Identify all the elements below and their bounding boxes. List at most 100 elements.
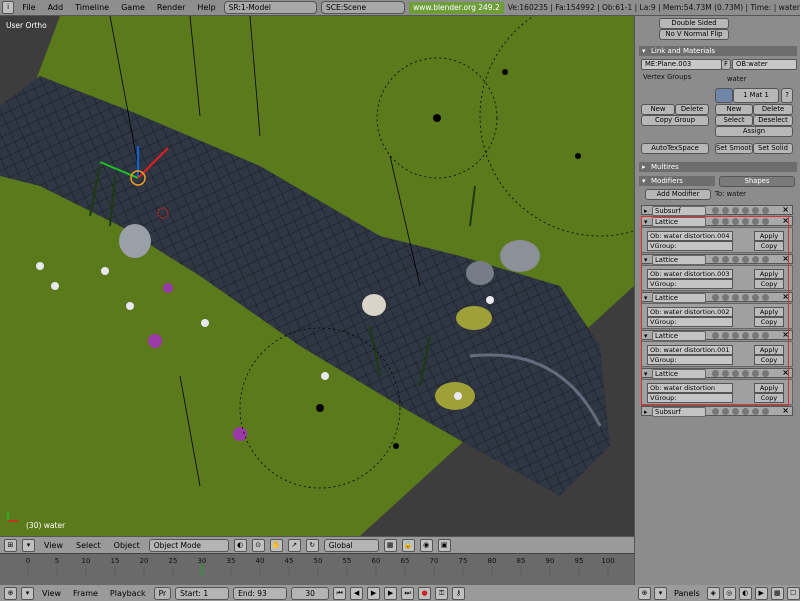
timeline-menu-playback[interactable]: Playback — [106, 589, 150, 598]
move-up-icon[interactable] — [752, 207, 759, 214]
context-object-icon[interactable]: ▶ — [754, 586, 768, 600]
draw-type-icon[interactable]: ◐ — [233, 538, 247, 552]
menu-timeline[interactable]: Timeline — [71, 3, 113, 12]
scene-selector[interactable]: SCE:Scene — [321, 1, 406, 14]
play-icon[interactable]: ▶ — [367, 586, 381, 600]
material-delete-button[interactable]: Delete — [753, 104, 793, 115]
vgroup-delete-button[interactable]: Delete — [675, 104, 709, 115]
next-key-icon[interactable]: ▶ — [384, 586, 398, 600]
translate-icon[interactable]: ↗ — [287, 538, 301, 552]
copy-group-button[interactable]: Copy Group — [641, 115, 709, 126]
window-type-icon[interactable]: i — [2, 1, 15, 14]
modifier-header[interactable]: ▸ Subsurf × — [641, 205, 793, 216]
panels-label[interactable]: Panels — [670, 589, 704, 598]
object-name-field[interactable]: OB:water — [732, 59, 797, 70]
cage-toggle-icon[interactable] — [732, 408, 739, 415]
timeline-type-icon[interactable]: ⊕ — [4, 586, 17, 600]
no-v-normal-flip-toggle[interactable]: No V Normal Flip — [659, 29, 729, 40]
context-logic-icon[interactable]: ◈ — [706, 586, 720, 600]
material-deselect-button[interactable]: Deselect — [753, 115, 793, 126]
visibility-toggle-icon[interactable] — [742, 408, 749, 415]
move-down-icon[interactable] — [762, 408, 769, 415]
jump-end-icon[interactable]: ⏭ — [401, 586, 415, 600]
blender-url[interactable]: www.blender.org 249.2 — [409, 1, 504, 14]
modifier-header[interactable]: ▸ Subsurf × — [641, 406, 793, 417]
menu-object[interactable]: Object — [110, 541, 144, 550]
start-frame-field[interactable]: Start: 1 — [175, 586, 230, 600]
context-scene-icon[interactable]: ☐ — [786, 586, 800, 600]
buttons-type-icon[interactable]: ⊕ — [638, 586, 651, 600]
editor-type-icon[interactable]: ⊞ — [4, 538, 17, 552]
3d-viewport[interactable]: User Ortho (30) water — [0, 16, 634, 536]
rotate-icon[interactable]: ↻ — [305, 538, 319, 552]
menu-select[interactable]: Select — [72, 541, 105, 550]
material-new-button[interactable]: New — [715, 104, 753, 115]
menu-view[interactable]: View — [40, 541, 67, 550]
record-icon[interactable]: ● — [418, 586, 432, 600]
set-smooth-button[interactable]: Set Smooth — [715, 143, 753, 154]
screen-selector[interactable]: SR:1-Model — [223, 1, 317, 14]
fake-user-button[interactable]: F — [721, 59, 731, 70]
multires-header[interactable]: Multires — [639, 162, 797, 172]
modifier-name[interactable]: Subsurf — [652, 407, 706, 417]
context-script-icon[interactable]: ◎ — [722, 586, 736, 600]
key-icon[interactable]: ⚷ — [452, 586, 466, 600]
modifier-name[interactable]: Subsurf — [652, 206, 706, 216]
menu-add[interactable]: Add — [44, 3, 68, 12]
remove-modifier-icon[interactable]: × — [782, 406, 789, 416]
layers-icon[interactable]: ▦ — [383, 538, 397, 552]
menu-file[interactable]: File — [18, 3, 39, 12]
set-solid-button[interactable]: Set Solid — [753, 143, 793, 154]
render-toggle-icon[interactable] — [712, 207, 719, 214]
header-collapse-icon[interactable]: ▾ — [22, 538, 35, 552]
cage-toggle-icon[interactable] — [732, 207, 739, 214]
editmode-toggle-icon[interactable] — [722, 207, 729, 214]
timeline-menu-frame[interactable]: Frame — [69, 589, 102, 598]
timeline-collapse-icon[interactable]: ▾ — [21, 586, 34, 600]
mesh-name-field[interactable]: ME:Plane.003 — [641, 59, 722, 70]
current-frame-field[interactable]: 30 — [291, 586, 330, 600]
autotexspace-button[interactable]: AutoTexSpace — [641, 143, 709, 154]
prev-key-icon[interactable]: ◀ — [350, 586, 364, 600]
end-frame-field[interactable]: End: 93 — [233, 586, 288, 600]
menu-help[interactable]: Help — [193, 3, 219, 12]
render-toggle-icon[interactable] — [712, 408, 719, 415]
menu-render[interactable]: Render — [153, 3, 189, 12]
move-up-icon[interactable] — [752, 408, 759, 415]
panels-collapse-icon[interactable]: ▾ — [654, 586, 667, 600]
link-materials-header[interactable]: Link and Materials — [639, 46, 797, 56]
mode-selector[interactable]: Object Mode — [148, 538, 229, 552]
menu-game[interactable]: Game — [117, 3, 149, 12]
move-down-icon[interactable] — [762, 207, 769, 214]
vgroup-new-button[interactable]: New — [641, 104, 675, 115]
lock-icon[interactable]: 🔒 — [401, 538, 415, 552]
lattice-modifiers-highlight — [641, 216, 789, 406]
material-help-button[interactable]: ? — [781, 88, 793, 103]
expand-arrow-icon[interactable]: ▸ — [644, 407, 647, 417]
render-icon[interactable]: ◉ — [419, 538, 433, 552]
material-select-button[interactable]: Select — [715, 115, 753, 126]
modifiers-tab[interactable]: Modifiers — [639, 176, 715, 186]
preview-range-button[interactable]: Pr — [153, 586, 172, 600]
timeline-menu-view[interactable]: View — [38, 589, 65, 598]
jump-start-icon[interactable]: ⏮ — [333, 586, 347, 600]
material-counter[interactable]: 1 Mat 1 — [733, 88, 779, 103]
editmode-toggle-icon[interactable] — [722, 408, 729, 415]
pivot-icon[interactable]: ⊙ — [251, 538, 265, 552]
snapshot-icon[interactable]: ▣ — [437, 538, 451, 552]
hand-icon[interactable]: ✋ — [269, 538, 283, 552]
lily-pad — [456, 306, 492, 330]
expand-arrow-icon[interactable]: ▸ — [644, 206, 647, 216]
keying-set-icon[interactable]: ⚿ — [435, 586, 449, 600]
shapes-tab[interactable]: Shapes — [719, 176, 795, 187]
context-editing-icon[interactable]: ▦ — [770, 586, 784, 600]
remove-modifier-icon[interactable]: × — [782, 205, 789, 215]
context-shading-icon[interactable]: ◐ — [738, 586, 752, 600]
material-color-swatch[interactable] — [715, 88, 733, 103]
material-assign-button[interactable]: Assign — [715, 126, 793, 137]
visibility-toggle-icon[interactable] — [742, 207, 749, 214]
double-sided-toggle[interactable]: Double Sided — [659, 18, 729, 29]
timeline[interactable]: 0 5 10 15 20 25 30 35 40 45 50 55 60 65 70 75 80 85 90 95 10… — [0, 553, 634, 586]
orientation-selector[interactable]: Global — [323, 538, 379, 552]
add-modifier-dropdown[interactable]: Add Modifier — [645, 189, 711, 200]
